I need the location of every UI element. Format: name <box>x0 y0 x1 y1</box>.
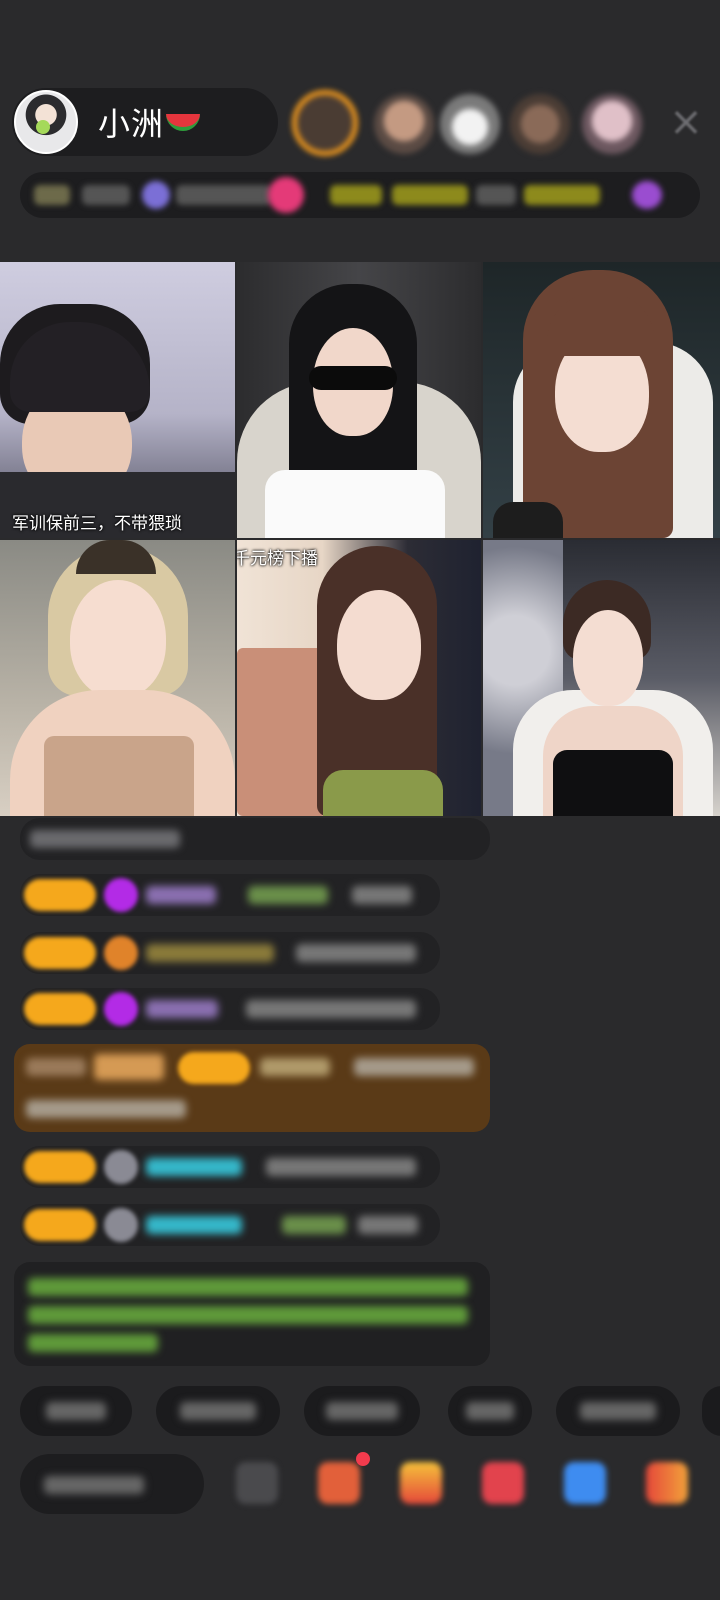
host-avatar[interactable] <box>14 90 78 154</box>
tile-caption-1: 军训保前三，不带猥琐 <box>12 514 182 534</box>
tag-4 <box>524 185 600 205</box>
video-tile-2[interactable] <box>237 262 481 538</box>
level-badge <box>24 1151 96 1183</box>
heart-icon[interactable] <box>268 177 304 213</box>
task-button[interactable] <box>400 1462 442 1504</box>
gem-icon <box>104 1208 138 1242</box>
notification-dot <box>356 1452 370 1466</box>
gem-icon <box>104 878 138 912</box>
top-viewer-avatar-3[interactable] <box>440 94 500 154</box>
fans-text <box>176 185 272 205</box>
chat-message-highlight <box>14 1044 490 1132</box>
quick-pill-1[interactable] <box>20 1386 132 1436</box>
tag-3 <box>476 185 516 205</box>
video-tile-4[interactable] <box>0 540 235 816</box>
quick-pill-4[interactable] <box>448 1386 532 1436</box>
top-viewer-avatar-2[interactable] <box>374 94 434 154</box>
video-tile-1[interactable]: 军训保前三，不带猥琐 <box>0 262 235 538</box>
quick-pill-5[interactable] <box>556 1386 680 1436</box>
chat-message-1 <box>20 818 490 860</box>
fans-icon <box>142 181 170 209</box>
level-badge <box>24 1209 96 1241</box>
emoji-button[interactable] <box>236 1462 278 1504</box>
chat-message-3 <box>20 932 440 974</box>
comment-input[interactable] <box>20 1454 204 1514</box>
chat-button[interactable] <box>564 1462 606 1504</box>
quick-pill-3[interactable] <box>304 1386 420 1436</box>
video-tile-3[interactable] <box>483 262 720 538</box>
tag-2 <box>392 185 468 205</box>
level-badge <box>24 879 96 911</box>
chat-message-5 <box>20 1146 440 1188</box>
host-info-pill[interactable]: 小洲 <box>12 88 278 156</box>
quick-pill-6[interactable] <box>702 1386 720 1436</box>
close-icon[interactable]: × <box>664 100 708 144</box>
gift-box-button[interactable] <box>318 1462 360 1504</box>
quick-pill-2[interactable] <box>156 1386 280 1436</box>
level-badge <box>24 937 96 969</box>
top-viewer-avatar-1[interactable] <box>292 90 358 156</box>
gem-icon <box>104 992 138 1026</box>
gem-icon <box>104 936 138 970</box>
video-tile-5[interactable]: 千元榜下播 <box>237 540 481 816</box>
rank-text <box>82 185 130 205</box>
tile-caption-5: 千元榜下播 <box>237 549 318 569</box>
level-badge <box>178 1052 250 1084</box>
top-viewer-avatar-5[interactable] <box>582 94 642 154</box>
tag-1 <box>330 185 382 205</box>
chat-system-notice <box>14 1262 490 1366</box>
level-badge <box>24 993 96 1025</box>
room-info-bar[interactable] <box>20 172 700 218</box>
gem-icon <box>104 1150 138 1184</box>
video-tile-6[interactable] <box>483 540 720 816</box>
pk-button[interactable] <box>482 1462 524 1504</box>
chat-message-4 <box>20 988 440 1030</box>
gift-icon[interactable] <box>632 181 662 209</box>
top-viewer-avatar-4[interactable] <box>510 94 570 154</box>
more-button[interactable] <box>646 1462 688 1504</box>
watermelon-icon <box>166 113 201 131</box>
chat-message-6 <box>20 1204 440 1246</box>
rank-icon <box>34 185 70 205</box>
chat-message-2 <box>20 874 440 916</box>
host-name: 小洲 <box>98 105 165 143</box>
video-grid: 军训保前三，不带猥琐 千元榜下播 <box>0 262 720 816</box>
